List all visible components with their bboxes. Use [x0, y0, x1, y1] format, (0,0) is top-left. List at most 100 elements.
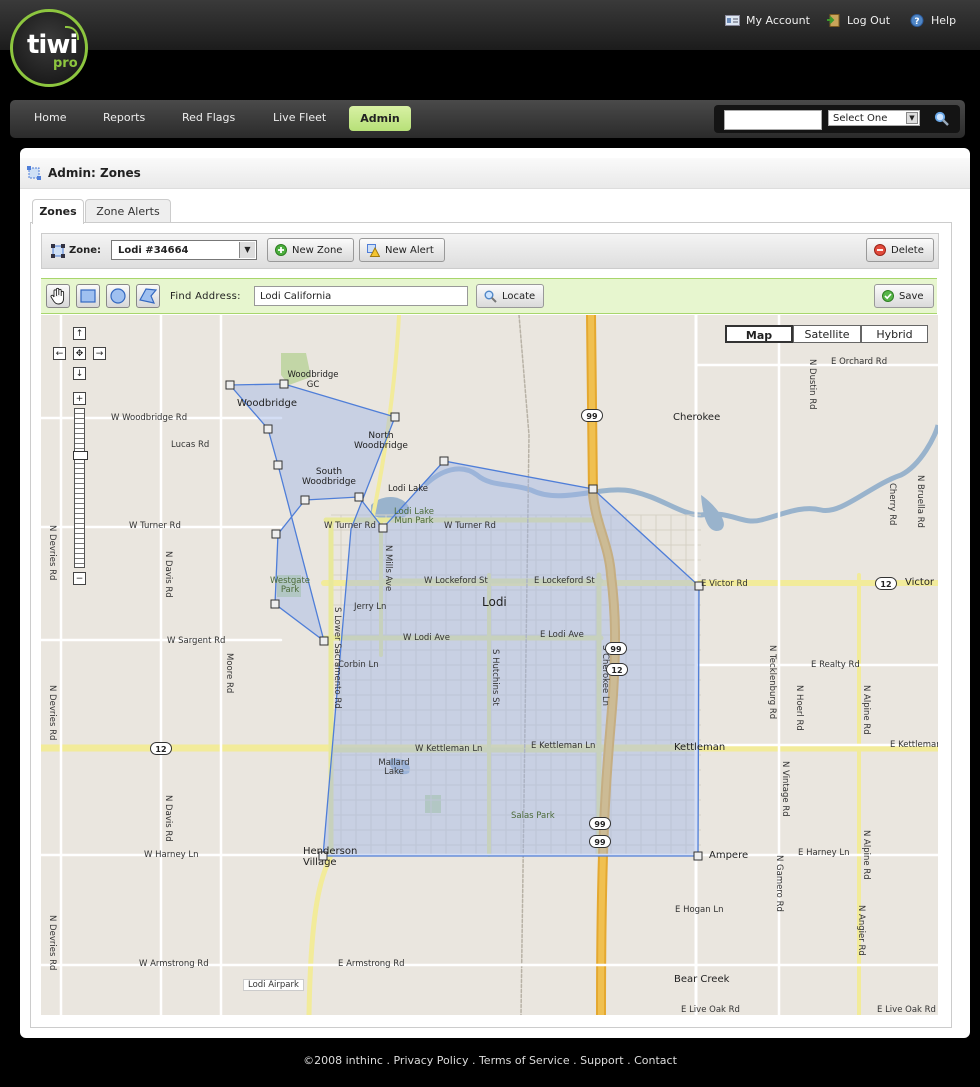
- road-n-davis-rd-2: N Davis Rd: [163, 795, 173, 842]
- road-w-turner-rd-right: W Turner Rd: [444, 521, 496, 531]
- zoom-slider[interactable]: [73, 408, 88, 568]
- place-lodi-lake-mun-park: Lodi Lake Mun Park: [393, 507, 435, 526]
- tiwi-pro-logo[interactable]: tiwi pro: [10, 9, 88, 87]
- road-lucas-rd: Lucas Rd: [171, 440, 210, 450]
- place-lodi-lake: Lodi Lake: [388, 484, 429, 494]
- search-type-select[interactable]: Select One ▼: [828, 110, 920, 126]
- circle-tool-button[interactable]: [106, 284, 130, 308]
- account-card-icon: [725, 15, 740, 26]
- log-out-link[interactable]: Log Out: [826, 14, 890, 27]
- footer-separator: .: [569, 1054, 581, 1067]
- help-link[interactable]: ? Help: [910, 14, 956, 27]
- nav-home[interactable]: Home: [34, 111, 66, 124]
- nav-red-flags[interactable]: Red Flags: [182, 111, 235, 124]
- road-n-davis-rd-1: N Davis Rd: [163, 551, 173, 598]
- checkmark-icon: [882, 290, 894, 302]
- help-icon: ?: [910, 14, 924, 27]
- delete-icon: [874, 244, 886, 256]
- road-w-lockeford-st: W Lockeford St: [424, 576, 488, 586]
- zoom-out-button[interactable]: −: [73, 572, 86, 585]
- tab-zones[interactable]: Zones: [32, 199, 84, 224]
- road-n-tecklenburg-rd: N Tecklenburg Rd: [767, 645, 777, 720]
- locate-label: Locate: [502, 290, 536, 302]
- nav-reports[interactable]: Reports: [103, 111, 145, 124]
- zone-select[interactable]: Lodi #34664 ▼: [111, 240, 257, 260]
- save-button[interactable]: Save: [874, 284, 934, 308]
- locate-button[interactable]: Locate: [476, 284, 544, 308]
- logout-door-icon: [827, 14, 840, 27]
- logo-subtext: pro: [53, 56, 78, 71]
- pan-up-button[interactable]: ↑: [73, 327, 86, 340]
- zone-admin-icon: [27, 166, 41, 180]
- footer-separator: .: [468, 1054, 479, 1067]
- address-input[interactable]: Lodi California: [254, 286, 468, 306]
- road-e-live-oak-rd: E Live Oak Rd: [681, 1005, 740, 1015]
- road-n-gamero-rd: N Gamero Rd: [774, 855, 784, 912]
- zones-content: Zone: Lodi #34664 ▼ New Zone New Alert D…: [30, 222, 952, 1028]
- road-e-victor-rd: E Victor Rd: [701, 579, 748, 589]
- road-n-alpine-rd-2: N Alpine Rd: [861, 830, 871, 880]
- chevron-down-icon: ▼: [906, 112, 918, 124]
- zoom-in-button[interactable]: +: [73, 392, 86, 405]
- road-n-dustin-rd: N Dustin Rd: [807, 359, 817, 410]
- road-e-kettleman: E Kettleman: [890, 740, 938, 750]
- signal-icon: [65, 26, 79, 40]
- road-n-mills-ave: N Mills Ave: [383, 545, 393, 592]
- new-alert-button[interactable]: New Alert: [359, 238, 445, 262]
- new-zone-button[interactable]: New Zone: [267, 238, 354, 262]
- zone-select-value: Lodi #34664: [118, 245, 189, 256]
- footer-separator: .: [382, 1054, 394, 1067]
- road-e-orchard-rd: E Orchard Rd: [831, 357, 888, 367]
- delete-label: Delete: [891, 244, 924, 256]
- footer-separator: .: [623, 1054, 635, 1067]
- road-w-turner-rd-left: W Turner Rd: [129, 521, 181, 531]
- nav-live-fleet[interactable]: Live Fleet: [273, 111, 326, 124]
- road-n-devries-rd-2: N Devries Rd: [47, 685, 57, 741]
- polygon-tool-button[interactable]: [136, 284, 160, 308]
- map-toolbar: Find Address: Lodi California Locate Sav…: [41, 278, 937, 314]
- zone-map[interactable]: Map Satellite Hybrid ↑ ← ✥ → ↓ + − Lodi …: [41, 315, 938, 1015]
- search-icon[interactable]: [934, 111, 950, 127]
- new-alert-label: New Alert: [385, 244, 434, 256]
- map-type-satellite[interactable]: Satellite: [793, 325, 861, 343]
- pan-right-button[interactable]: →: [93, 347, 106, 360]
- road-e-armstrong-rd: E Armstrong Rd: [338, 959, 405, 969]
- alert-zone-icon: [367, 243, 380, 257]
- contact-link[interactable]: Contact: [634, 1054, 677, 1067]
- help-label: Help: [931, 14, 957, 27]
- pan-center-button[interactable]: ✥: [73, 347, 86, 360]
- road-cherry-rd: Cherry Rd: [887, 483, 897, 526]
- support-link[interactable]: Support: [580, 1054, 623, 1067]
- pan-down-button[interactable]: ↓: [73, 367, 86, 380]
- road-n-devries-rd-1: N Devries Rd: [47, 525, 57, 581]
- my-account-link[interactable]: My Account: [725, 14, 810, 27]
- rectangle-tool-button[interactable]: [76, 284, 100, 308]
- pan-left-button[interactable]: ←: [53, 347, 66, 360]
- road-e-harney-ln: E Harney Ln: [798, 848, 850, 858]
- terms-of-service-link[interactable]: Terms of Service: [479, 1054, 570, 1067]
- privacy-policy-link[interactable]: Privacy Policy: [393, 1054, 468, 1067]
- zoom-slider-handle[interactable]: [73, 451, 88, 460]
- road-n-angier-rd: N Angier Rd: [856, 905, 866, 956]
- magnifier-icon: [484, 290, 497, 303]
- place-westgate-park: Westgate Park: [269, 576, 311, 595]
- tab-zone-alerts[interactable]: Zone Alerts: [85, 199, 171, 223]
- road-w-harney-ln: W Harney Ln: [144, 850, 199, 860]
- footer: ©2008 inthinc . Privacy Policy . Terms o…: [0, 1054, 980, 1067]
- road-n-bruella-rd: N Bruella Rd: [915, 475, 925, 528]
- zone-polygon[interactable]: [228, 383, 700, 857]
- road-n-hoerl-rd: N Hoerl Rd: [794, 685, 804, 731]
- new-zone-label: New Zone: [292, 244, 343, 256]
- delete-button[interactable]: Delete: [866, 238, 934, 262]
- place-victor: Victor: [905, 577, 935, 588]
- road-e-lodi-ave: E Lodi Ave: [540, 630, 584, 640]
- pan-tool-button[interactable]: [46, 284, 70, 308]
- nav-admin[interactable]: Admin: [349, 106, 411, 131]
- road-w-armstrong-rd: W Armstrong Rd: [139, 959, 209, 969]
- place-henderson-village: Henderson Village: [303, 846, 358, 868]
- admin-panel: Admin: Zones Zones Zone Alerts Zone: Lod…: [20, 148, 970, 1038]
- highway-99-shield: 99: [589, 835, 611, 848]
- map-type-map[interactable]: Map: [725, 325, 793, 343]
- map-type-hybrid[interactable]: Hybrid: [861, 325, 928, 343]
- search-input[interactable]: [724, 110, 822, 130]
